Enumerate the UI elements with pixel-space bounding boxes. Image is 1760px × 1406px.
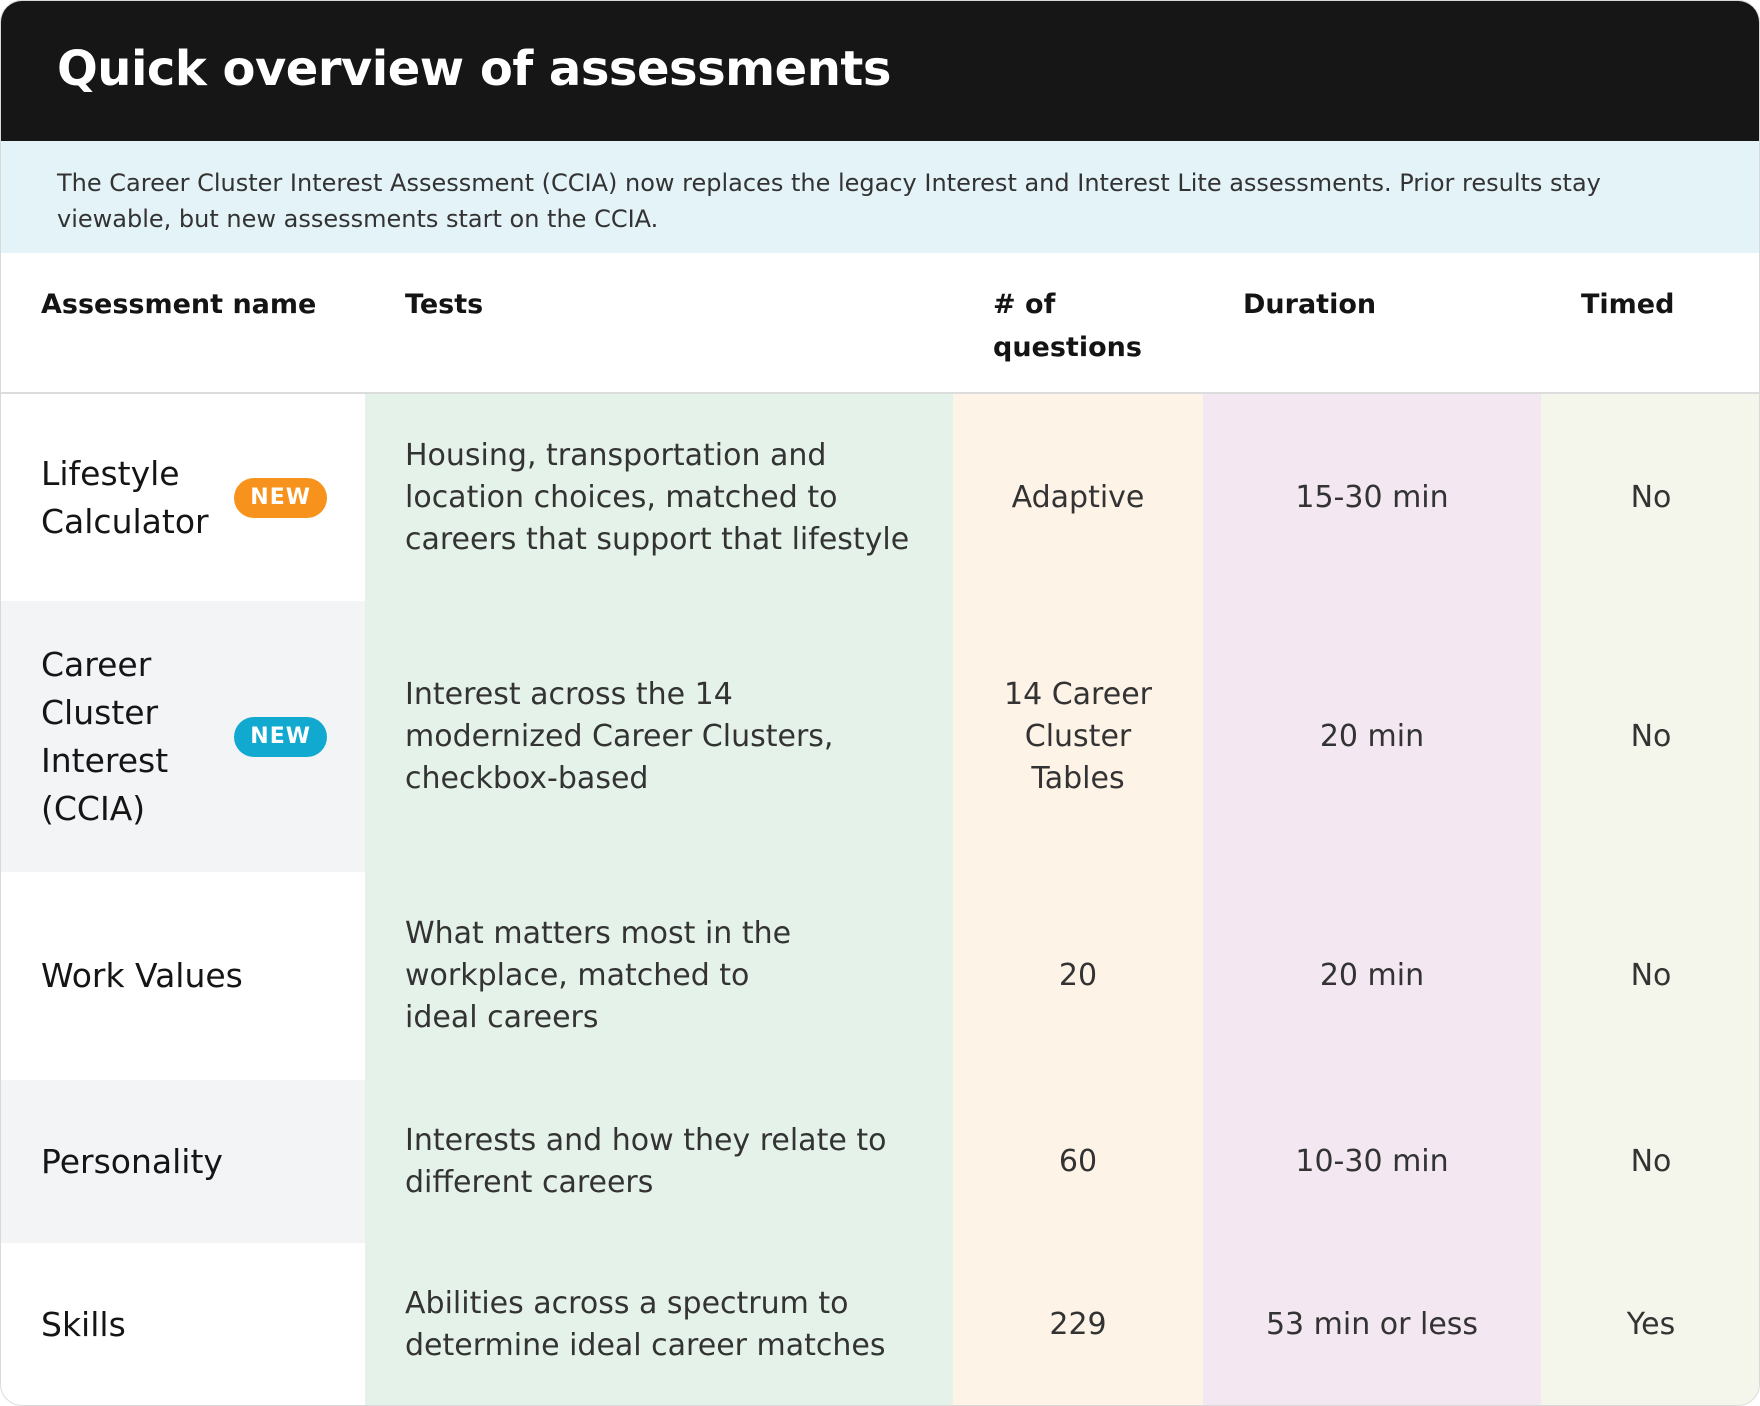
duration-cell: 20 min bbox=[1203, 601, 1541, 872]
table-row: Work Values What matters most in the wor… bbox=[1, 872, 1759, 1080]
assessment-name: Career Cluster Interest (CCIA) bbox=[41, 644, 169, 828]
assessment-name: Personality bbox=[41, 1141, 223, 1181]
duration-cell: 20 min bbox=[1203, 872, 1541, 1080]
assessment-name-cell: Work Values bbox=[1, 872, 365, 1080]
duration-cell: 53 min or less bbox=[1203, 1243, 1541, 1405]
questions-cell: Adaptive bbox=[953, 394, 1203, 601]
table-row: Skills Abilities across a spectrum to de… bbox=[1, 1243, 1759, 1405]
tests-cell: Abilities across a spectrum to determine… bbox=[365, 1243, 953, 1405]
table-row: Career Cluster Interest (CCIA) NEW Inter… bbox=[1, 601, 1759, 872]
duration-cell: 15-30 min bbox=[1203, 394, 1541, 601]
questions-cell: 14 Career Cluster Tables bbox=[953, 601, 1203, 872]
assessments-table: Assessment name Tests # of questions Dur… bbox=[1, 253, 1759, 1405]
tests-cell: Interests and how they relate to differe… bbox=[365, 1080, 953, 1243]
assessment-name-cell: Career Cluster Interest (CCIA) NEW bbox=[1, 601, 365, 872]
column-header-tests: Tests bbox=[405, 289, 484, 320]
timed-cell: No bbox=[1541, 601, 1759, 872]
duration-cell: 10-30 min bbox=[1203, 1080, 1541, 1243]
table-row: Lifestyle Calculator NEW Housing, transp… bbox=[1, 394, 1759, 601]
tests-cell: What matters most in the workplace, matc… bbox=[365, 872, 953, 1080]
timed-cell: No bbox=[1541, 872, 1759, 1080]
column-header-timed: Timed bbox=[1581, 289, 1675, 320]
new-badge: NEW bbox=[234, 716, 327, 757]
page-title: Quick overview of assessments bbox=[57, 41, 891, 97]
header-bar: Quick overview of assessments bbox=[1, 1, 1759, 141]
tests-cell: Housing, transportation and location cho… bbox=[365, 394, 953, 601]
notice-text: The Career Cluster Interest Assessment (… bbox=[57, 169, 1601, 233]
assessment-name: Lifestyle Calculator bbox=[41, 453, 209, 541]
timed-cell: No bbox=[1541, 1080, 1759, 1243]
table-row: Personality Interests and how they relat… bbox=[1, 1080, 1759, 1243]
assessment-name: Work Values bbox=[41, 956, 243, 995]
assessment-name-cell: Lifestyle Calculator NEW bbox=[1, 394, 365, 601]
tests-cell: Interest across the 14 modernized Career… bbox=[365, 601, 953, 872]
column-header-duration: Duration bbox=[1243, 289, 1377, 320]
assessment-name: Skills bbox=[41, 1305, 126, 1344]
column-header-questions: # of questions bbox=[993, 289, 1142, 363]
column-header-name: Assessment name bbox=[41, 289, 317, 320]
table-header: Assessment name Tests # of questions Dur… bbox=[1, 253, 1759, 394]
questions-cell: 60 bbox=[953, 1080, 1203, 1243]
questions-cell: 20 bbox=[953, 872, 1203, 1080]
timed-cell: No bbox=[1541, 394, 1759, 601]
new-badge: NEW bbox=[234, 477, 327, 518]
assessments-card: Quick overview of assessments The Career… bbox=[0, 0, 1760, 1406]
timed-cell: Yes bbox=[1541, 1243, 1759, 1405]
assessment-name-cell: Skills bbox=[1, 1243, 365, 1405]
questions-cell: 229 bbox=[953, 1243, 1203, 1405]
info-notice: The Career Cluster Interest Assessment (… bbox=[1, 141, 1759, 253]
assessment-name-cell: Personality bbox=[1, 1080, 365, 1243]
